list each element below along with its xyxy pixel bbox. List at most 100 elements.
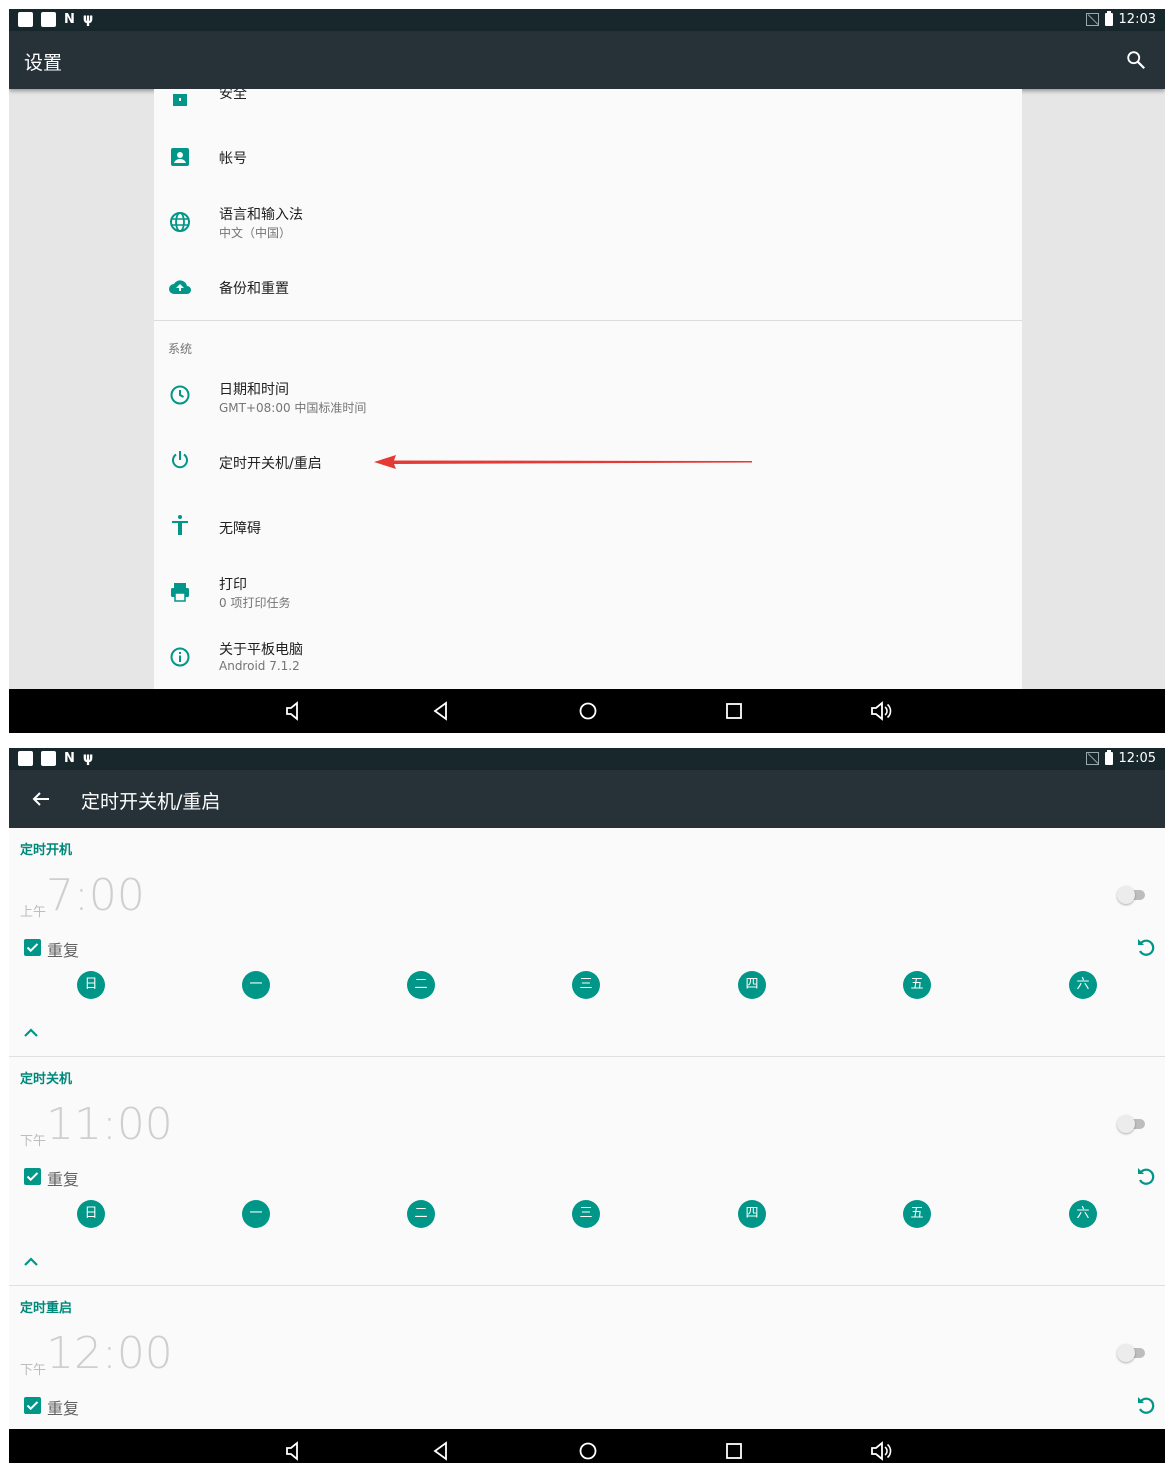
weekday-toggle[interactable]: 二 — [407, 971, 435, 999]
weekday-toggle[interactable]: 日 — [77, 971, 105, 999]
weekday-toggle[interactable]: 四 — [738, 971, 766, 999]
status-time: 12:03 — [1118, 12, 1156, 27]
clock-icon — [170, 385, 190, 405]
no-sim-icon — [1085, 13, 1099, 26]
weekday-toggle[interactable]: 二 — [407, 1200, 435, 1228]
settings-item-backup[interactable]: 备份和重置 — [154, 253, 1022, 317]
section-divider — [154, 320, 1022, 321]
settings-item-security[interactable]: 安全 — [154, 89, 1022, 121]
cloud-upload-icon — [169, 280, 191, 294]
notification-icon — [18, 751, 33, 766]
nfc-icon: N — [64, 12, 75, 27]
settings-item-title: 定时开关机/重启 — [219, 456, 322, 472]
settings-item-subtitle: 0 项打印任务 — [219, 596, 291, 610]
timer-enable-switch[interactable] — [1117, 1344, 1145, 1362]
weekday-toggle[interactable]: 五 — [903, 971, 931, 999]
settings-list: 安全 帐号 语言和输入法 中文（中国） 备份和重置 系统 日期和时间 GMT+0… — [154, 89, 1022, 689]
volume-up-icon[interactable] — [869, 699, 893, 723]
notification-icon — [41, 751, 56, 766]
repeat-checkbox[interactable] — [24, 1397, 41, 1414]
account-icon — [171, 148, 189, 166]
power-icon — [172, 451, 188, 469]
reset-icon[interactable] — [1134, 1393, 1158, 1417]
repeat-label: 重复 — [47, 1170, 80, 1189]
back-icon[interactable] — [429, 699, 453, 723]
settings-item-title: 备份和重置 — [219, 281, 289, 297]
timer-label: 定时开机 — [20, 843, 73, 858]
timer-list: 定时开机 上午 7:00 重复日一二三四五六定时关机 下午 11:00 重复日一二三四五六定… — [9, 828, 1165, 1429]
settings-item-title: 无障碍 — [219, 521, 261, 537]
no-sim-icon — [1085, 752, 1099, 765]
volume-up-icon[interactable] — [869, 1439, 893, 1463]
repeat-checkbox[interactable] — [24, 939, 41, 956]
weekday-toggle[interactable]: 日 — [77, 1200, 105, 1228]
collapse-chevron-icon[interactable] — [21, 1254, 41, 1268]
settings-screenshot: N ψ 12:03 设置 安全 帐号 语言和输入法 中文（中国） 备份和重置 系… — [9, 9, 1165, 733]
timer-block: 定时关机下午 11:00 重复日 一 二 三 四 五 六 — [9, 1057, 1165, 1286]
home-icon[interactable] — [576, 1439, 600, 1463]
globe-icon — [170, 212, 190, 232]
repeat-checkbox[interactable] — [24, 1168, 41, 1185]
search-icon[interactable] — [1125, 49, 1147, 71]
notification-icon — [18, 12, 33, 27]
timer-label: 定时重启 — [20, 1301, 73, 1316]
usb-icon: ψ — [82, 12, 94, 27]
page-title: 定时开关机/重启 — [81, 791, 221, 813]
repeat-label: 重复 — [47, 1399, 80, 1418]
timer-ampm: 下午 — [20, 1134, 47, 1149]
scheduled-power-screenshot: N ψ 12:05 定时开关机/重启 定时开机 上午 7:00 重复日一二三四五六定时… — [9, 748, 1165, 1463]
weekday-toggle[interactable]: 一 — [242, 1200, 270, 1228]
navigation-bar — [9, 689, 1165, 733]
battery-icon — [1104, 750, 1113, 765]
settings-item-subtitle: Android 7.1.2 — [219, 659, 300, 673]
collapse-chevron-icon[interactable] — [21, 1025, 41, 1039]
settings-item-printing[interactable]: 打印 0 项打印任务 — [154, 558, 1022, 622]
timer-time[interactable]: 11:00 — [46, 1099, 173, 1150]
status-time: 12:05 — [1118, 751, 1156, 766]
weekday-toggle[interactable]: 一 — [242, 971, 270, 999]
settings-item-accessibility[interactable]: 无障碍 — [154, 493, 1022, 557]
weekday-toggle[interactable]: 四 — [738, 1200, 766, 1228]
timer-block: 定时开机 上午 7:00 重复日 一 二 三 四 五 六 — [9, 828, 1165, 1057]
reset-icon[interactable] — [1134, 935, 1158, 959]
settings-item-subtitle: GMT+08:00 中国标准时间 — [219, 401, 367, 415]
weekday-toggle[interactable]: 三 — [572, 1200, 600, 1228]
settings-item-subtitle: 中文（中国） — [219, 226, 292, 240]
annotation-arrow — [374, 455, 752, 469]
timer-enable-switch[interactable] — [1117, 886, 1145, 904]
settings-item-language[interactable]: 语言和输入法 中文（中国） — [154, 188, 1022, 252]
status-bar: N ψ 12:05 — [9, 748, 1165, 770]
settings-item-title: 日期和时间 — [219, 382, 289, 398]
reset-icon[interactable] — [1134, 1164, 1158, 1188]
recents-icon[interactable] — [722, 699, 746, 723]
volume-down-icon[interactable] — [282, 1439, 306, 1463]
usb-icon: ψ — [82, 751, 94, 766]
lock-icon — [173, 94, 187, 106]
settings-item-accounts[interactable]: 帐号 — [154, 123, 1022, 187]
weekday-toggle[interactable]: 六 — [1069, 971, 1097, 999]
settings-item-title: 语言和输入法 — [219, 207, 303, 223]
timer-time[interactable]: 12:00 — [46, 1328, 173, 1379]
settings-item-title: 关于平板电脑 — [219, 642, 303, 658]
page-title: 设置 — [24, 52, 63, 74]
timer-label: 定时关机 — [20, 1072, 73, 1087]
battery-icon — [1104, 11, 1113, 26]
back-arrow-icon[interactable] — [29, 787, 53, 811]
home-icon[interactable] — [576, 699, 600, 723]
settings-item-title: 安全 — [219, 89, 247, 102]
info-icon — [170, 647, 190, 667]
timer-time[interactable]: 7:00 — [46, 870, 145, 921]
timer-enable-switch[interactable] — [1117, 1115, 1145, 1133]
weekday-toggle[interactable]: 三 — [572, 971, 600, 999]
recents-icon[interactable] — [722, 1439, 746, 1463]
back-icon[interactable] — [429, 1439, 453, 1463]
notification-icon — [41, 12, 56, 27]
repeat-label: 重复 — [47, 941, 80, 960]
weekday-toggle[interactable]: 五 — [903, 1200, 931, 1228]
status-bar: N ψ 12:03 — [9, 9, 1165, 31]
accessibility-icon — [172, 515, 188, 535]
settings-item-about-tablet[interactable]: 关于平板电脑 Android 7.1.2 — [154, 623, 1022, 687]
volume-down-icon[interactable] — [282, 699, 306, 723]
weekday-toggle[interactable]: 六 — [1069, 1200, 1097, 1228]
settings-item-date-time[interactable]: 日期和时间 GMT+08:00 中国标准时间 — [154, 363, 1022, 427]
